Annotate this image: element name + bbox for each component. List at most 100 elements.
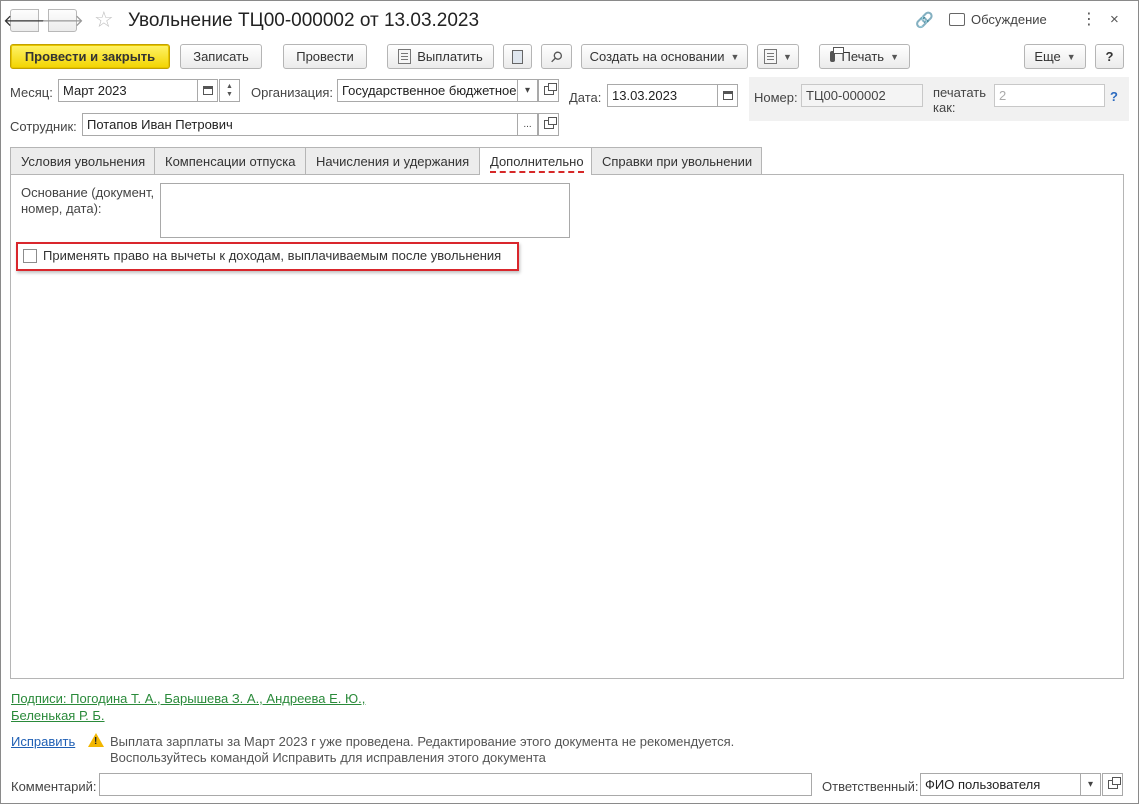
document-icon <box>398 49 412 64</box>
save-button[interactable]: Записать <box>180 44 262 69</box>
basis-label-line2: номер, дата): <box>21 201 102 216</box>
calendar-icon <box>722 91 733 100</box>
tab-additional[interactable]: Дополнительно <box>479 147 592 175</box>
apply-deductions-checkbox[interactable] <box>23 249 37 263</box>
page-title: Увольнение ТЦ00-000002 от 13.03.2023 <box>128 10 480 31</box>
employee-select-button[interactable]: ... <box>517 113 538 136</box>
more-label: Еще <box>1034 49 1061 64</box>
open-icon <box>543 117 557 129</box>
calendar-icon <box>202 86 213 95</box>
more-button[interactable]: Еще ▼ <box>1024 44 1086 69</box>
close-icon[interactable]: × <box>1110 11 1119 28</box>
print-label: Печать <box>841 49 885 64</box>
printer-icon <box>830 47 846 62</box>
title-bar: 🡐 🡒 ☆ Увольнение ТЦ00-000002 от 13.03.20… <box>1 1 1138 39</box>
tab-label: Дополнительно <box>490 154 584 173</box>
responsible-label: Ответственный: <box>822 779 919 794</box>
month-field[interactable]: Март 2023 <box>58 79 198 102</box>
kebab-menu-icon[interactable]: ⋮ <box>1081 9 1097 29</box>
document-window: 🡐 🡒 ☆ Увольнение ТЦ00-000002 от 13.03.20… <box>0 0 1139 804</box>
tab-accruals-deductions[interactable]: Начисления и удержания <box>305 147 480 174</box>
print-button[interactable]: Печать ▼ <box>819 44 910 69</box>
print-as-label: печатать как: <box>933 85 986 115</box>
print-as-label-line1: печатать <box>933 85 987 100</box>
chevron-down-icon: ▼ <box>1066 51 1076 62</box>
arrow-right-icon: 🡒 <box>41 13 84 30</box>
ellipsis-icon: ... <box>523 119 532 130</box>
discussion-button[interactable]: Обсуждение <box>949 12 1047 27</box>
print-as-help-icon[interactable]: ? <box>1110 89 1118 104</box>
save-label: Записать <box>193 49 249 64</box>
warning-line2: Воспользуйтесь командой Исправить для ис… <box>110 750 546 765</box>
basis-label: Основание (документ, номер, дата): <box>21 185 154 217</box>
create-based-on-label: Создать на основании <box>589 49 725 64</box>
print-as-field[interactable]: 2 <box>994 84 1105 107</box>
tab-vacation-compensation[interactable]: Компенсации отпуска <box>154 147 306 174</box>
responsible-open-button[interactable] <box>1102 773 1123 796</box>
chevron-down-icon: ▼ <box>890 51 899 62</box>
fix-link[interactable]: Исправить <box>11 734 75 749</box>
signatures-link-continued[interactable]: Беленькая Р. Б. <box>11 708 105 723</box>
pay-label: Выплатить <box>417 49 483 64</box>
chevron-down-icon: ▾ <box>524 85 531 96</box>
help-label: ? <box>1105 49 1114 64</box>
post-button[interactable]: Провести <box>283 44 367 69</box>
tab-label: Компенсации отпуска <box>165 154 296 169</box>
chevron-down-icon: ▼ <box>730 51 740 62</box>
arrow-left-icon: 🡐 <box>3 13 46 30</box>
open-icon <box>543 83 557 95</box>
open-icon <box>1107 777 1121 789</box>
organization-field[interactable]: Государственное бюджетное <box>337 79 518 102</box>
tab-label: Начисления и удержания <box>316 154 470 169</box>
tab-label: Справки при увольнении <box>602 154 753 169</box>
register-icon <box>512 49 523 64</box>
create-based-on-button[interactable]: Создать на основании ▼ <box>581 44 748 69</box>
tab-dismissal-certificates[interactable]: Справки при увольнении <box>591 147 762 174</box>
responsible-field[interactable]: ФИО пользователя <box>920 773 1081 796</box>
date-field[interactable]: 13.03.2023 <box>607 84 718 107</box>
post-and-close-label: Провести и закрыть <box>24 49 156 64</box>
organization-open-button[interactable] <box>538 79 559 102</box>
signatures-link[interactable]: Подписи: Погодина Т. А., Барышева З. А.,… <box>11 691 365 706</box>
warning-message: Выплата зарплаты за Март 2023 г уже пров… <box>110 734 734 766</box>
employee-label: Сотрудник: <box>10 119 77 134</box>
apply-deductions-label[interactable]: Применять право на вычеты к доходам, вып… <box>43 248 501 263</box>
month-calendar-button[interactable] <box>197 79 218 102</box>
employee-open-button[interactable] <box>538 113 559 136</box>
tab-label: Условия увольнения <box>21 154 146 169</box>
help-button[interactable]: ? <box>1095 44 1124 69</box>
reports-menu-button[interactable]: ▼ <box>757 44 799 69</box>
print-as-label-line2: как: <box>933 100 956 115</box>
date-label: Дата: <box>569 90 602 105</box>
paperclip-icon: ⚲ <box>546 46 567 67</box>
basis-textarea[interactable] <box>160 183 570 238</box>
comment-label: Комментарий: <box>11 779 97 794</box>
number-label: Номер: <box>754 90 798 105</box>
comment-field[interactable] <box>99 773 812 796</box>
warning-icon: ! <box>88 733 104 747</box>
pay-button[interactable]: Выплатить <box>387 44 494 69</box>
date-calendar-button[interactable] <box>717 84 738 107</box>
chat-icon <box>949 13 965 26</box>
attach-button[interactable]: ⚲ <box>541 44 572 69</box>
back-button[interactable]: 🡐 <box>3 9 46 32</box>
link-icon[interactable]: 🔗 <box>915 11 934 29</box>
spin-arrows-icon: ▲ ▼ <box>226 82 233 98</box>
month-spin-button[interactable]: ▲ ▼ <box>219 79 240 102</box>
responsible-dropdown-button[interactable]: ▾ <box>1080 773 1101 796</box>
post-label: Провести <box>296 49 354 64</box>
favorite-star-icon[interactable]: ☆ <box>94 7 114 33</box>
number-field[interactable]: ТЦ00-000002 <box>801 84 923 107</box>
post-and-close-button[interactable]: Провести и закрыть <box>10 44 170 69</box>
organization-dropdown-button[interactable]: ▾ <box>517 79 538 102</box>
register-button[interactable] <box>503 44 532 69</box>
tab-dismissal-conditions[interactable]: Условия увольнения <box>10 147 155 174</box>
forward-button[interactable]: 🡒 <box>41 9 84 32</box>
warning-line1: Выплата зарплаты за Март 2023 г уже пров… <box>110 734 735 749</box>
discussion-label: Обсуждение <box>971 12 1047 27</box>
report-icon <box>764 49 778 64</box>
employee-field[interactable]: Потапов Иван Петрович <box>82 113 518 136</box>
month-label: Месяц: <box>10 85 53 100</box>
basis-label-line1: Основание (документ, <box>21 185 155 200</box>
chevron-down-icon: ▼ <box>783 51 792 62</box>
